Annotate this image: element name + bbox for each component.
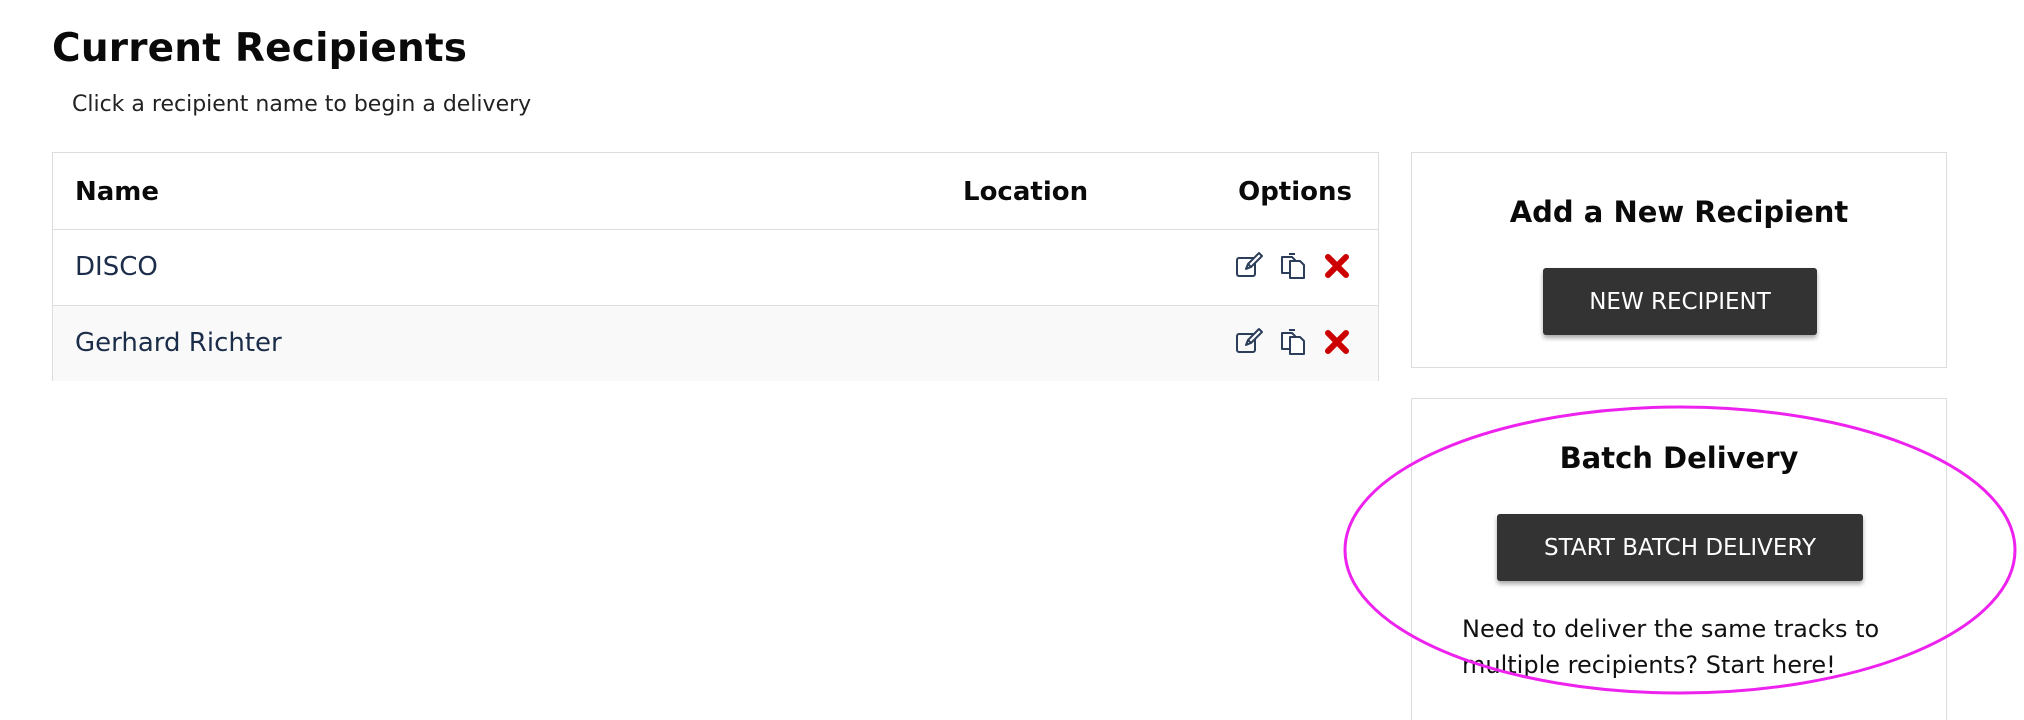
column-header-location: Location (963, 177, 1089, 207)
recipients-table: Name Location Options DISCO Gerhard Rich… (52, 152, 1379, 381)
copy-icon[interactable] (1278, 327, 1308, 357)
delete-icon[interactable] (1322, 327, 1352, 357)
column-header-name: Name (75, 177, 160, 207)
recipient-name-link[interactable]: Gerhard Richter (75, 328, 282, 358)
row-options (1234, 326, 1352, 358)
new-recipient-button[interactable]: NEW RECIPIENT (1543, 268, 1817, 335)
delete-icon[interactable] (1322, 251, 1352, 281)
start-batch-delivery-button[interactable]: START BATCH DELIVERY (1497, 514, 1863, 581)
edit-icon[interactable] (1234, 327, 1264, 357)
column-header-options: Options (1238, 177, 1352, 207)
table-row: DISCO (53, 230, 1378, 306)
copy-icon[interactable] (1278, 251, 1308, 281)
row-options (1234, 250, 1352, 282)
edit-icon[interactable] (1234, 251, 1264, 281)
page: Current Recipients Click a recipient nam… (0, 0, 2024, 720)
table-header: Name Location Options (53, 153, 1378, 230)
add-recipient-title: Add a New Recipient (1509, 195, 1849, 229)
page-subtitle: Click a recipient name to begin a delive… (72, 92, 532, 117)
recipient-name-link[interactable]: DISCO (75, 252, 158, 282)
add-recipient-card: Add a New Recipient NEW RECIPIENT (1411, 152, 1947, 368)
batch-delivery-card: Batch Delivery START BATCH DELIVERY Need… (1411, 398, 1947, 720)
batch-delivery-description: Need to deliver the same tracks to multi… (1462, 615, 1880, 679)
batch-delivery-title: Batch Delivery (1559, 441, 1799, 475)
page-title: Current Recipients (52, 26, 468, 71)
table-row: Gerhard Richter (53, 306, 1378, 381)
